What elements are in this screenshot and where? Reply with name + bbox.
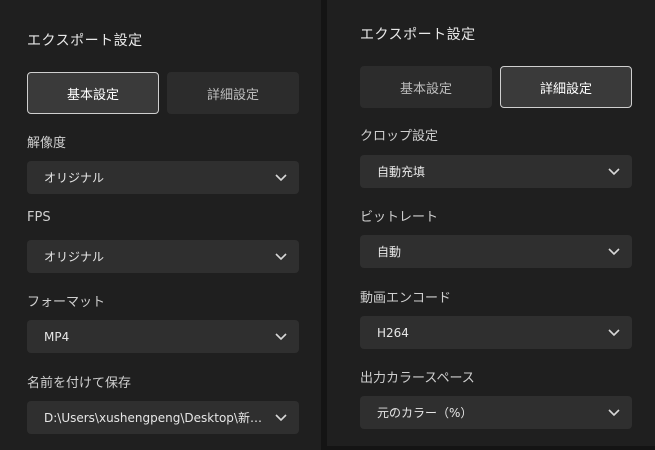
crop-settings-select[interactable]: 自動充填 xyxy=(360,155,632,188)
export-settings-panel-advanced: エクスポート設定 基本設定 詳細設定 クロップ設定 自動充填 ビットレート 自動… xyxy=(327,0,655,446)
resolution-value: オリジナル xyxy=(44,171,105,185)
video-encode-value: H264 xyxy=(377,325,409,340)
chevron-down-icon xyxy=(275,173,287,182)
chevron-down-icon xyxy=(275,332,287,341)
bitrate-label: ビットレート xyxy=(360,210,439,225)
crop-settings-value: 自動充填 xyxy=(377,165,426,179)
panel-title: エクスポート設定 xyxy=(360,27,476,43)
tab-advanced-settings[interactable]: 詳細設定 xyxy=(167,72,299,114)
bitrate-value: 自動 xyxy=(377,245,402,259)
output-colorspace-label: 出力カラースペース xyxy=(360,371,475,386)
fps-label: FPS xyxy=(27,210,51,225)
format-value: MP4 xyxy=(44,329,70,344)
tab-advanced-settings[interactable]: 詳細設定 xyxy=(500,66,632,108)
video-encode-label: 動画エンコード xyxy=(360,291,452,306)
crop-settings-label: クロップ設定 xyxy=(360,129,439,144)
output-colorspace-value: 元のカラー（%） xyxy=(377,406,473,420)
chevron-down-icon xyxy=(608,328,620,337)
tab-basic-settings[interactable]: 基本設定 xyxy=(360,66,492,108)
save-as-select[interactable]: D:\Users\xushengpeng\Desktop\新しいフォルダー xyxy=(27,401,299,434)
chevron-down-icon xyxy=(608,247,620,256)
chevron-down-icon xyxy=(608,167,620,176)
video-encode-select[interactable]: H264 xyxy=(360,316,632,349)
save-path-value: D:\Users\xushengpeng\Desktop\新しいフォルダー xyxy=(44,411,267,425)
format-select[interactable]: MP4 xyxy=(27,320,299,353)
format-label: フォーマット xyxy=(27,295,106,310)
export-settings-panel-basic: エクスポート設定 基本設定 詳細設定 解像度 オリジナル FPS オリジナル フ… xyxy=(0,0,321,450)
panel-title: エクスポート設定 xyxy=(27,33,143,49)
bitrate-select[interactable]: 自動 xyxy=(360,235,632,268)
tab-basic-settings[interactable]: 基本設定 xyxy=(27,72,159,114)
resolution-label: 解像度 xyxy=(27,136,67,151)
chevron-down-icon xyxy=(275,252,287,261)
fps-value: オリジナル xyxy=(44,250,105,264)
fps-select[interactable]: オリジナル xyxy=(27,240,299,273)
chevron-down-icon xyxy=(608,408,620,417)
output-colorspace-select[interactable]: 元のカラー（%） xyxy=(360,396,632,429)
chevron-down-icon xyxy=(275,413,287,422)
resolution-select[interactable]: オリジナル xyxy=(27,161,299,194)
save-as-label: 名前を付けて保存 xyxy=(27,376,132,391)
